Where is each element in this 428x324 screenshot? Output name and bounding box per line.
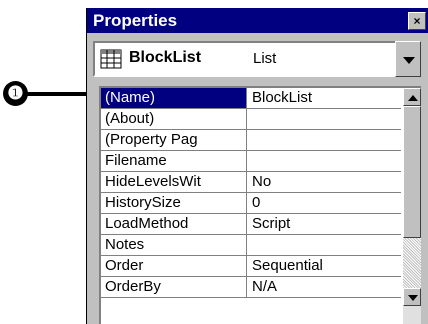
property-grid: (Name) BlockList (About) (Property Pag F… [99,86,421,324]
object-name: BlockList [129,49,202,66]
scroll-up-button[interactable] [403,88,421,106]
dropdown-button[interactable] [395,41,421,77]
object-type: List [253,50,277,67]
property-row-name[interactable]: (Name) BlockList [101,88,401,109]
property-value[interactable]: No [248,172,401,192]
object-selector-dropdown[interactable]: BlockList List [93,41,421,77]
callout-number-badge: ❶ [3,81,28,106]
property-name: Filename [101,151,247,171]
property-name: (About) [101,109,247,129]
property-value[interactable] [248,151,401,171]
property-value[interactable]: BlockList [248,88,401,108]
property-row-property-pages[interactable]: (Property Pag [101,130,401,151]
property-value[interactable]: 0 [248,193,401,213]
arrow-down-icon [408,295,418,301]
property-value[interactable] [248,109,401,129]
property-name: OrderBy [101,277,247,297]
property-row-about[interactable]: (About) [101,109,401,130]
property-row-filename[interactable]: Filename [101,151,401,172]
vertical-scrollbar[interactable] [403,88,421,324]
property-row-notes[interactable]: Notes [101,235,401,256]
property-name: (Name) [101,88,247,108]
property-row-hidelevels[interactable]: HideLevelsWit No [101,172,401,193]
property-name: Notes [101,235,247,255]
scrollbar-thumb[interactable] [403,106,421,238]
property-name: (Property Pag [101,130,247,150]
property-name: HideLevelsWit [101,172,247,192]
scroll-down-button[interactable] [403,288,421,306]
property-row-order[interactable]: Order Sequential [101,256,401,277]
property-name: LoadMethod [101,214,247,234]
property-row-loadmethod[interactable]: LoadMethod Script [101,214,401,235]
scrollbar-track[interactable] [403,238,421,288]
property-value[interactable] [248,235,401,255]
arrow-up-icon [408,95,418,101]
list-grid-icon [100,49,122,69]
window-title: Properties [93,11,178,30]
title-bar[interactable]: Properties × [87,8,428,33]
callout-arrow-line [26,92,90,96]
chevron-down-icon [403,57,415,64]
property-value[interactable]: Script [248,214,401,234]
property-name: HistorySize [101,193,247,213]
properties-window: Properties × BlockList List (Name) Block… [86,8,428,324]
property-value[interactable]: N/A [248,277,401,297]
property-row-orderby[interactable]: OrderBy N/A [101,277,401,298]
close-icon: × [413,14,421,28]
property-row-historysize[interactable]: HistorySize 0 [101,193,401,214]
property-value[interactable]: Sequential [248,256,401,276]
property-name: Order [101,256,247,276]
close-button[interactable]: × [408,12,426,30]
property-value[interactable] [248,130,401,150]
